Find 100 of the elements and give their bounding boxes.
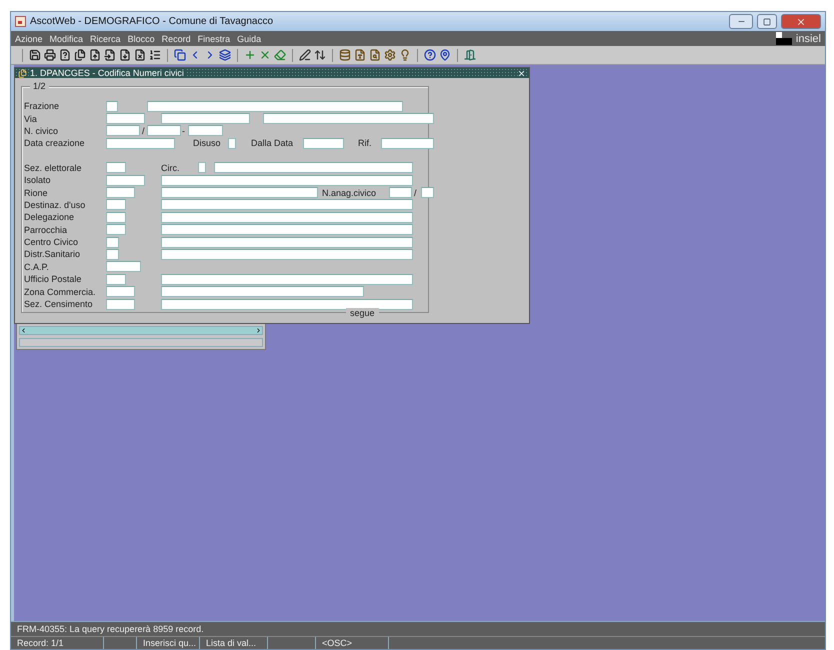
field-label: - [182,126,186,136]
field-label: Rif. [358,138,372,148]
input-field[interactable] [106,236,119,248]
toolbar-icon[interactable] [399,49,411,61]
toolbar-icon[interactable] [439,49,451,61]
brand-name: insiel [796,33,821,45]
input-field[interactable] [303,138,344,149]
input-field[interactable] [389,187,412,198]
input-field[interactable] [161,274,413,285]
input-field[interactable] [106,224,126,236]
input-field[interactable] [106,261,141,272]
close-icon [796,16,806,26]
toolbar-icon[interactable] [174,49,186,61]
menu-item[interactable]: Modifica [50,34,84,44]
footer-label: segue [346,308,379,318]
field-label: Via [24,114,38,124]
field-label: Disuso [193,138,222,148]
input-field[interactable] [106,162,126,174]
scroll-left-icon[interactable] [20,327,27,334]
input-field[interactable] [106,248,119,260]
input-field[interactable] [106,113,145,124]
field-label: Dalla Data [251,138,294,148]
toolbar-icon[interactable] [89,49,101,61]
input-field[interactable] [106,100,118,112]
field-label: Sez. Censimento [24,299,94,310]
input-field[interactable] [263,113,434,124]
logo-icon [776,32,792,45]
toolbar-icon[interactable] [149,49,161,61]
field-label: Parrocchia [24,224,68,235]
input-field[interactable] [106,138,175,149]
input-field[interactable] [161,224,413,236]
status-cell: Lista di val... [200,637,268,649]
close-button[interactable] [781,14,821,29]
input-field[interactable] [161,174,413,186]
input-field[interactable] [421,187,434,198]
form-title: 1. DPANCGES - Codifica Numeri civici [30,68,187,78]
input-field[interactable] [147,100,403,112]
minimize-button[interactable] [729,14,753,29]
menu-item[interactable]: Ricerca [90,34,121,44]
toolbar-icon[interactable] [219,49,231,61]
input-field[interactable] [106,212,126,223]
toolbar-icon[interactable] [424,49,436,61]
maximize-button[interactable] [757,14,777,29]
toolbar-icon[interactable] [119,49,131,61]
field-label: Circ. [161,162,180,173]
input-field[interactable] [106,125,140,136]
toolbar-icon[interactable] [134,49,146,61]
input-field[interactable] [106,199,126,210]
window-title: AscotWeb - DEMOGRAFICO - Comune di Tavagnacco [30,16,274,27]
scroll-right-icon[interactable] [255,327,262,334]
toolbar-icon[interactable] [299,49,311,61]
menu-item[interactable]: Record [162,34,191,44]
field-label: Ufficio Postale [24,274,82,284]
input-field[interactable] [106,174,145,186]
input-field[interactable] [214,162,413,174]
field-label: Zona Commercia. [24,286,97,297]
input-field[interactable] [381,138,434,149]
input-field[interactable] [161,113,250,124]
scrollbar[interactable] [19,326,263,335]
checkbox[interactable] [228,138,236,149]
field-label: Delegazione [24,212,76,222]
maximize-icon [763,18,771,26]
toolbar-icon[interactable] [314,49,326,61]
menu-item[interactable]: Blocco [128,34,155,44]
input-field[interactable] [161,187,318,198]
toolbar-icon[interactable] [74,49,86,61]
field-label: Centro Civico [24,237,80,248]
field-label: C.A.P. [24,262,50,272]
toolbar-icon[interactable] [104,49,116,61]
input-field[interactable] [147,125,181,136]
input-field[interactable] [106,274,126,285]
toolbar-icon[interactable] [29,49,41,61]
checkbox[interactable] [198,162,206,174]
input-field[interactable] [188,125,223,136]
field-label: N.anag.civico [322,188,378,198]
input-field[interactable] [19,338,263,347]
input-field[interactable] [161,236,413,248]
toolbar-icon[interactable] [369,49,381,61]
close-icon[interactable] [517,68,526,78]
input-field[interactable] [106,187,135,198]
input-field[interactable] [161,248,413,260]
input-field[interactable] [161,212,413,223]
toolbar-icon[interactable] [339,49,351,61]
toolbar-icon[interactable] [354,49,366,61]
status-message: FRM-40355: La query recupererà 8959 record. [16,623,205,636]
toolbar-icon[interactable] [44,49,56,61]
menu-item[interactable]: Guida [237,34,262,44]
toolbar-icon[interactable] [59,49,71,61]
field-label: Rione [24,188,49,198]
input-field[interactable] [161,199,413,210]
menu-item[interactable]: Finestra [198,34,230,44]
input-field[interactable] [106,286,135,298]
field-label: / [142,126,146,136]
input-field[interactable] [106,298,135,310]
menu-item[interactable]: Azione [15,34,43,44]
toolbar-icon[interactable] [384,49,396,61]
input-field[interactable] [161,298,413,310]
form-icon [18,68,27,78]
input-field[interactable] [161,286,364,298]
status-cell: Inserisci qu... [137,637,200,649]
